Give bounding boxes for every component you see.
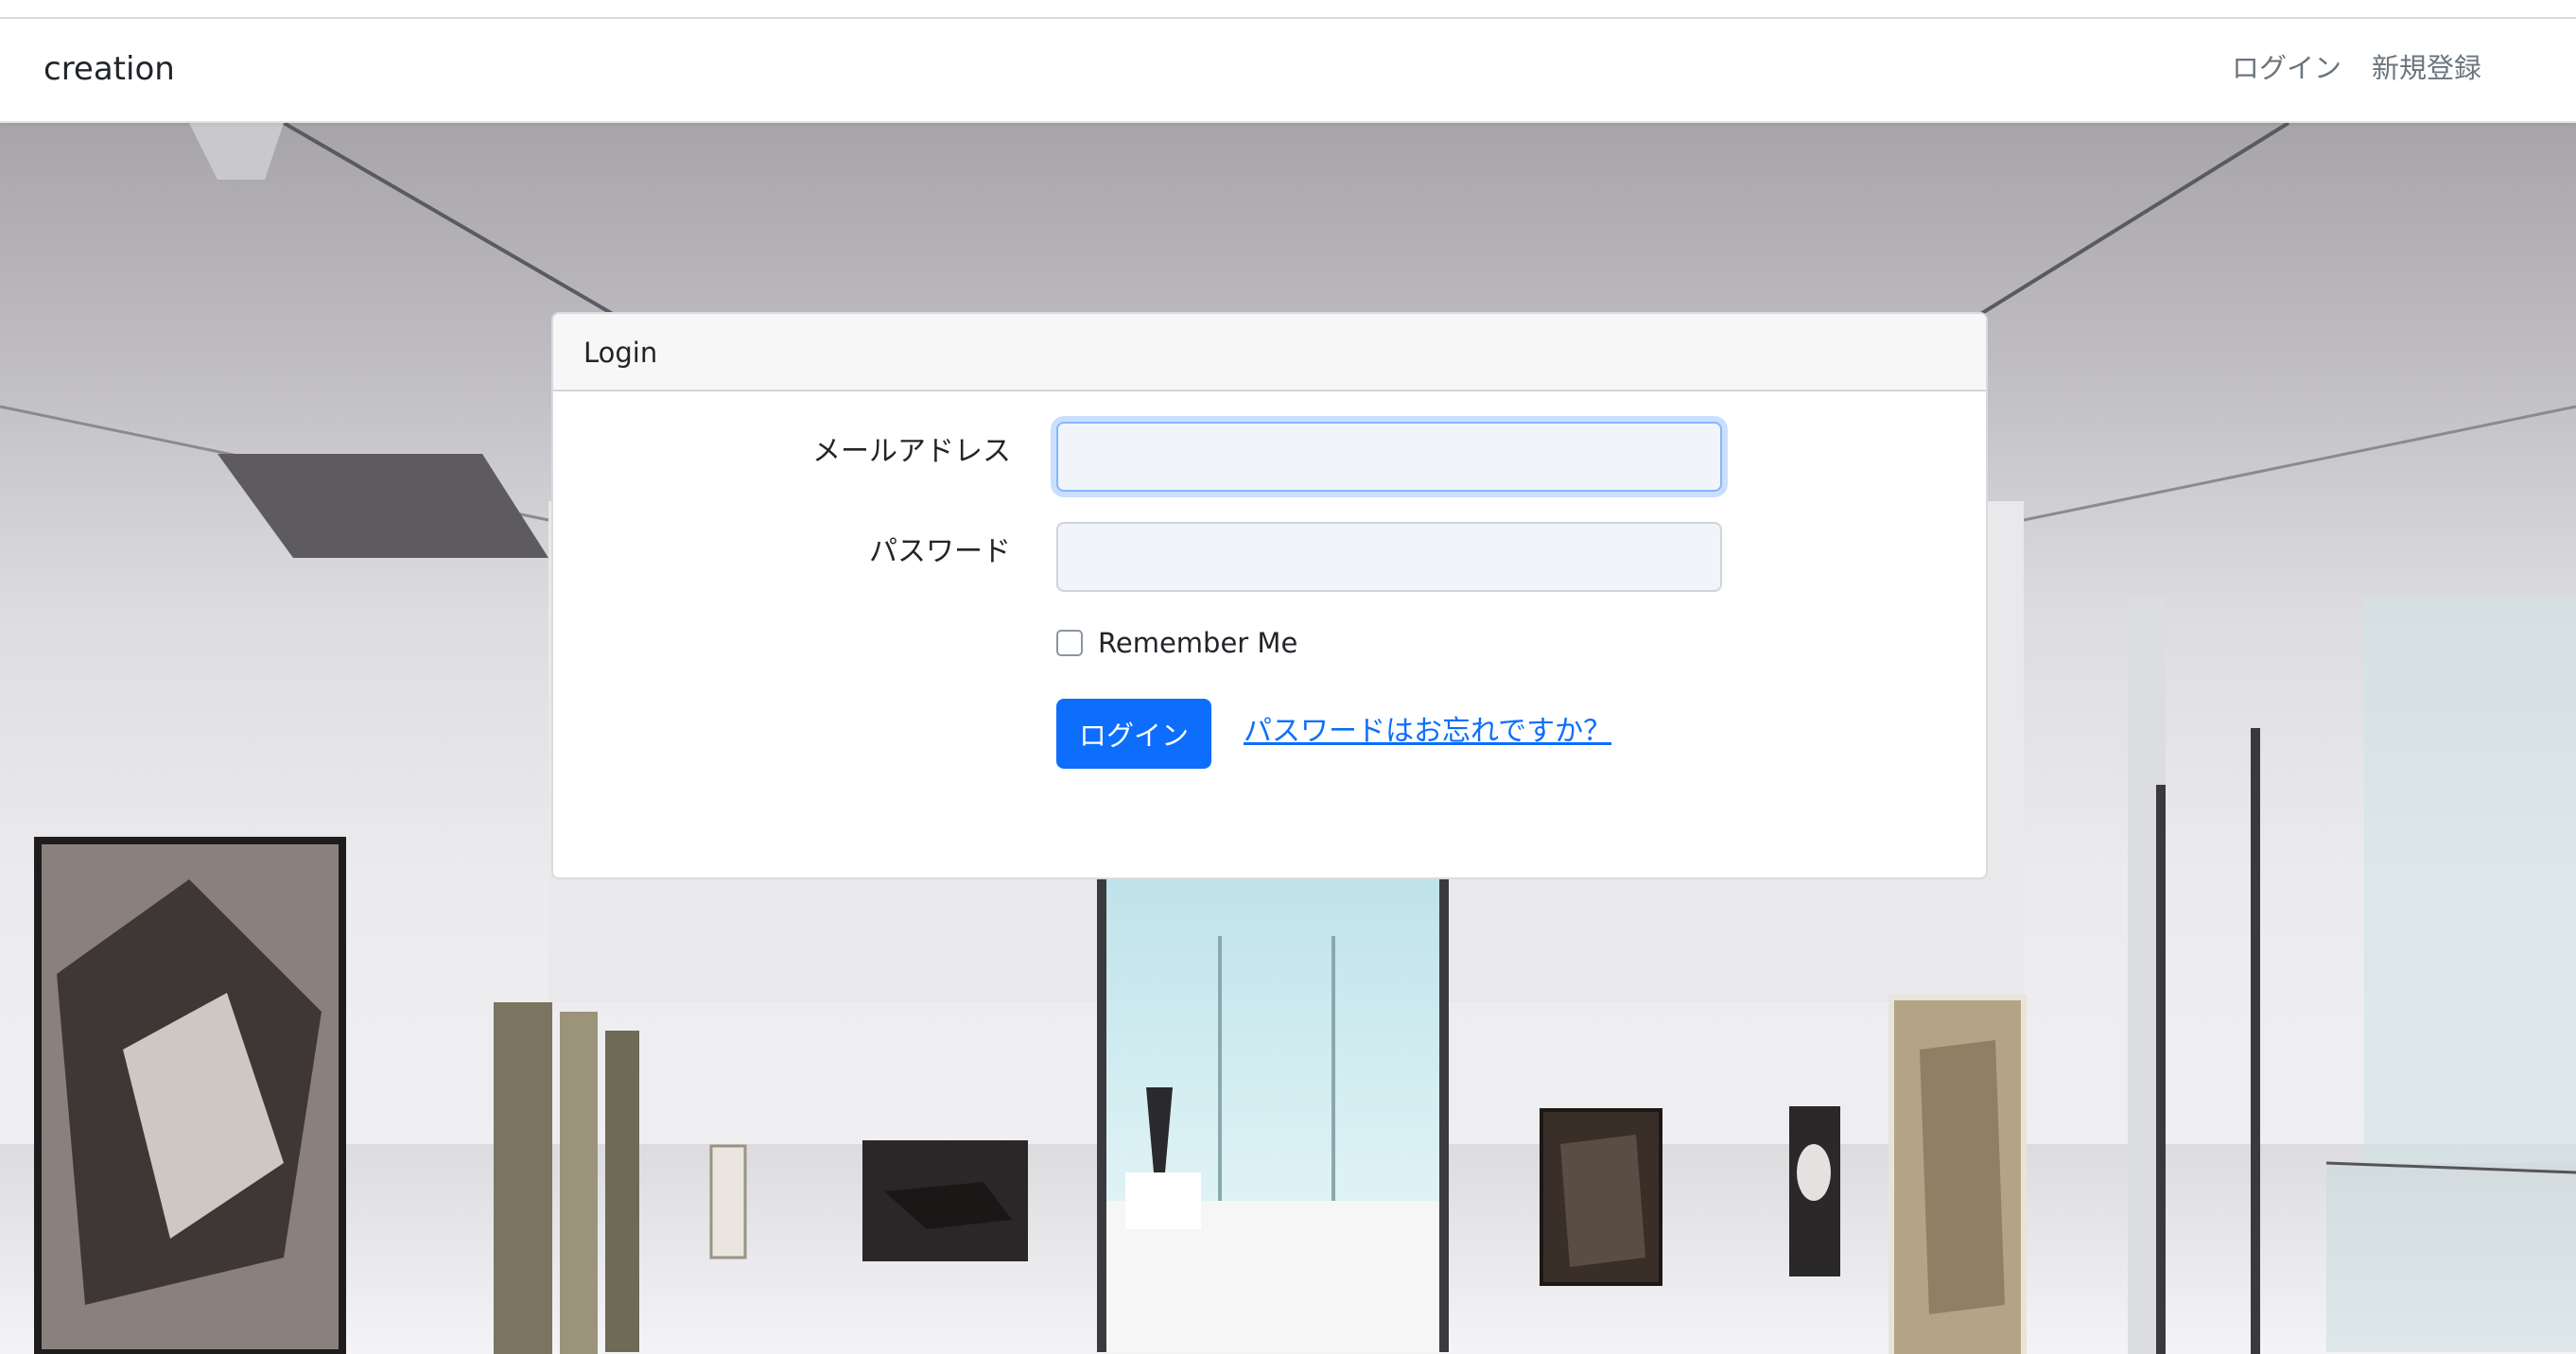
email-label: メールアドレス: [812, 435, 1011, 468]
brand-logo[interactable]: creation: [44, 48, 175, 90]
forgot-password-link[interactable]: パスワードはお忘れですか？: [1244, 711, 1611, 753]
remember-me-row: Remember Me: [1056, 624, 1297, 662]
browser-top-strip: [0, 0, 2576, 19]
password-label: パスワード: [869, 535, 1011, 568]
card-title: Login: [583, 337, 658, 369]
email-input[interactable]: [1056, 422, 1722, 492]
remember-me-label[interactable]: Remember Me: [1098, 624, 1297, 662]
nav-register-link[interactable]: 新規登録: [2372, 47, 2481, 89]
navbar: creation ログイン 新規登録: [0, 19, 2576, 123]
login-submit-button[interactable]: ログイン: [1056, 699, 1211, 769]
nav-login-link[interactable]: ログイン: [2232, 47, 2341, 89]
card-header: Login: [553, 314, 1986, 391]
nav-links: ログイン 新規登録: [2232, 47, 2481, 89]
login-card: Login メールアドレス パスワード Remember Me ログイン パスワ…: [551, 312, 1988, 879]
remember-me-checkbox[interactable]: [1056, 630, 1083, 656]
password-input[interactable]: [1056, 522, 1722, 592]
